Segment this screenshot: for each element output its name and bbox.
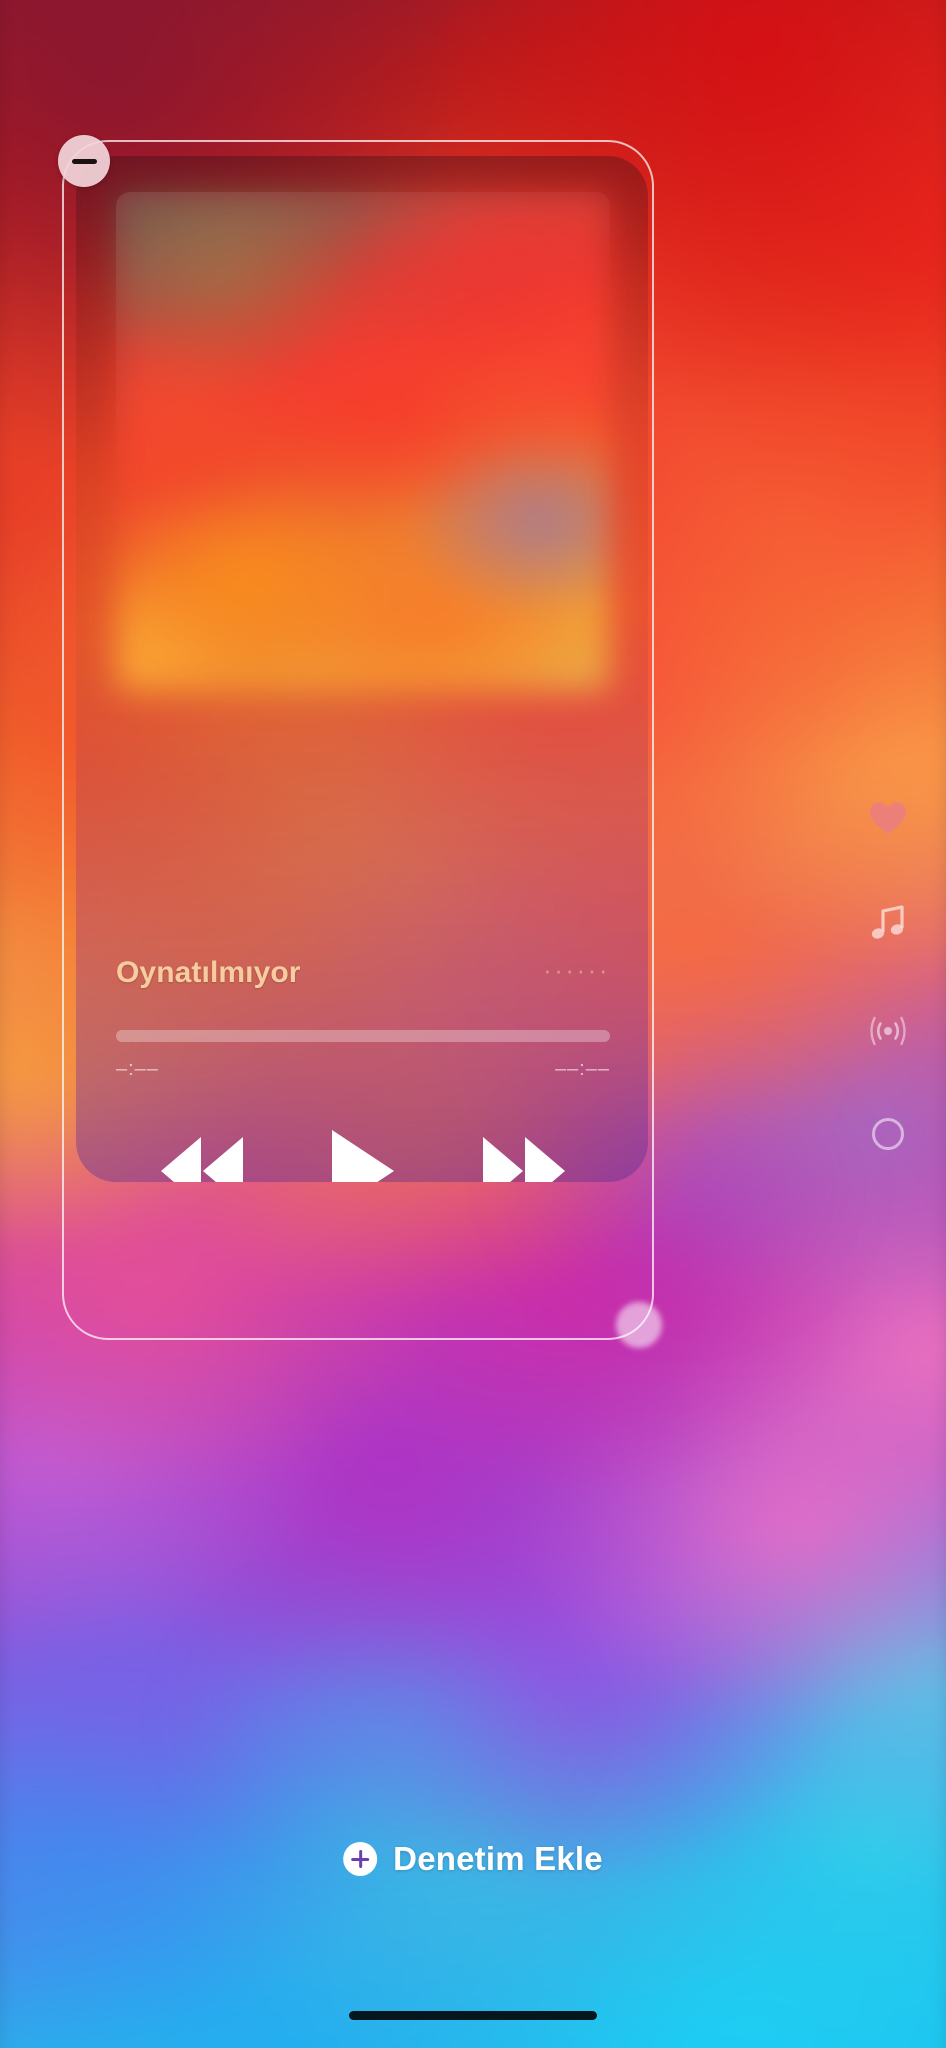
play-button[interactable] [331,1130,394,1182]
rewind-button[interactable] [160,1137,243,1182]
media-player-card[interactable]: Oynatılmıyor ······ –:–– ––:–– [76,156,648,1182]
fast-forward-button[interactable] [483,1137,566,1182]
remaining-time: ––:–– [554,1058,610,1080]
fast-forward-icon [483,1137,566,1182]
add-control-label: Denetim Ekle [393,1840,603,1877]
control-center-icon-rail [858,800,918,1156]
more-options-icon[interactable]: ······ [543,957,610,989]
rewind-icon [160,1137,243,1182]
album-artwork-sheen [116,192,610,692]
play-icon [331,1130,394,1182]
music-note-icon[interactable] [867,903,909,950]
remove-control-button[interactable] [58,135,110,187]
track-title-row: Oynatılmıyor ······ [116,956,610,990]
transport-controls [116,1116,610,1182]
heart-icon[interactable] [868,800,908,843]
control-center-screen: Oynatılmıyor ······ –:–– ––:–– Denetim E… [0,0,946,2048]
track-title: Oynatılmıyor [116,956,301,989]
elapsed-time: –:–– [116,1058,159,1080]
add-control-button[interactable]: Denetim Ekle [343,1840,603,1878]
home-indicator[interactable] [349,2011,597,2020]
plus-circle-icon [343,1842,378,1876]
playback-scrubber[interactable] [116,1030,610,1042]
playback-time-row: –:–– ––:–– [116,1058,610,1081]
broadcast-icon[interactable] [867,1010,909,1057]
minus-icon [71,158,97,164]
circle-icon[interactable] [871,1117,905,1156]
